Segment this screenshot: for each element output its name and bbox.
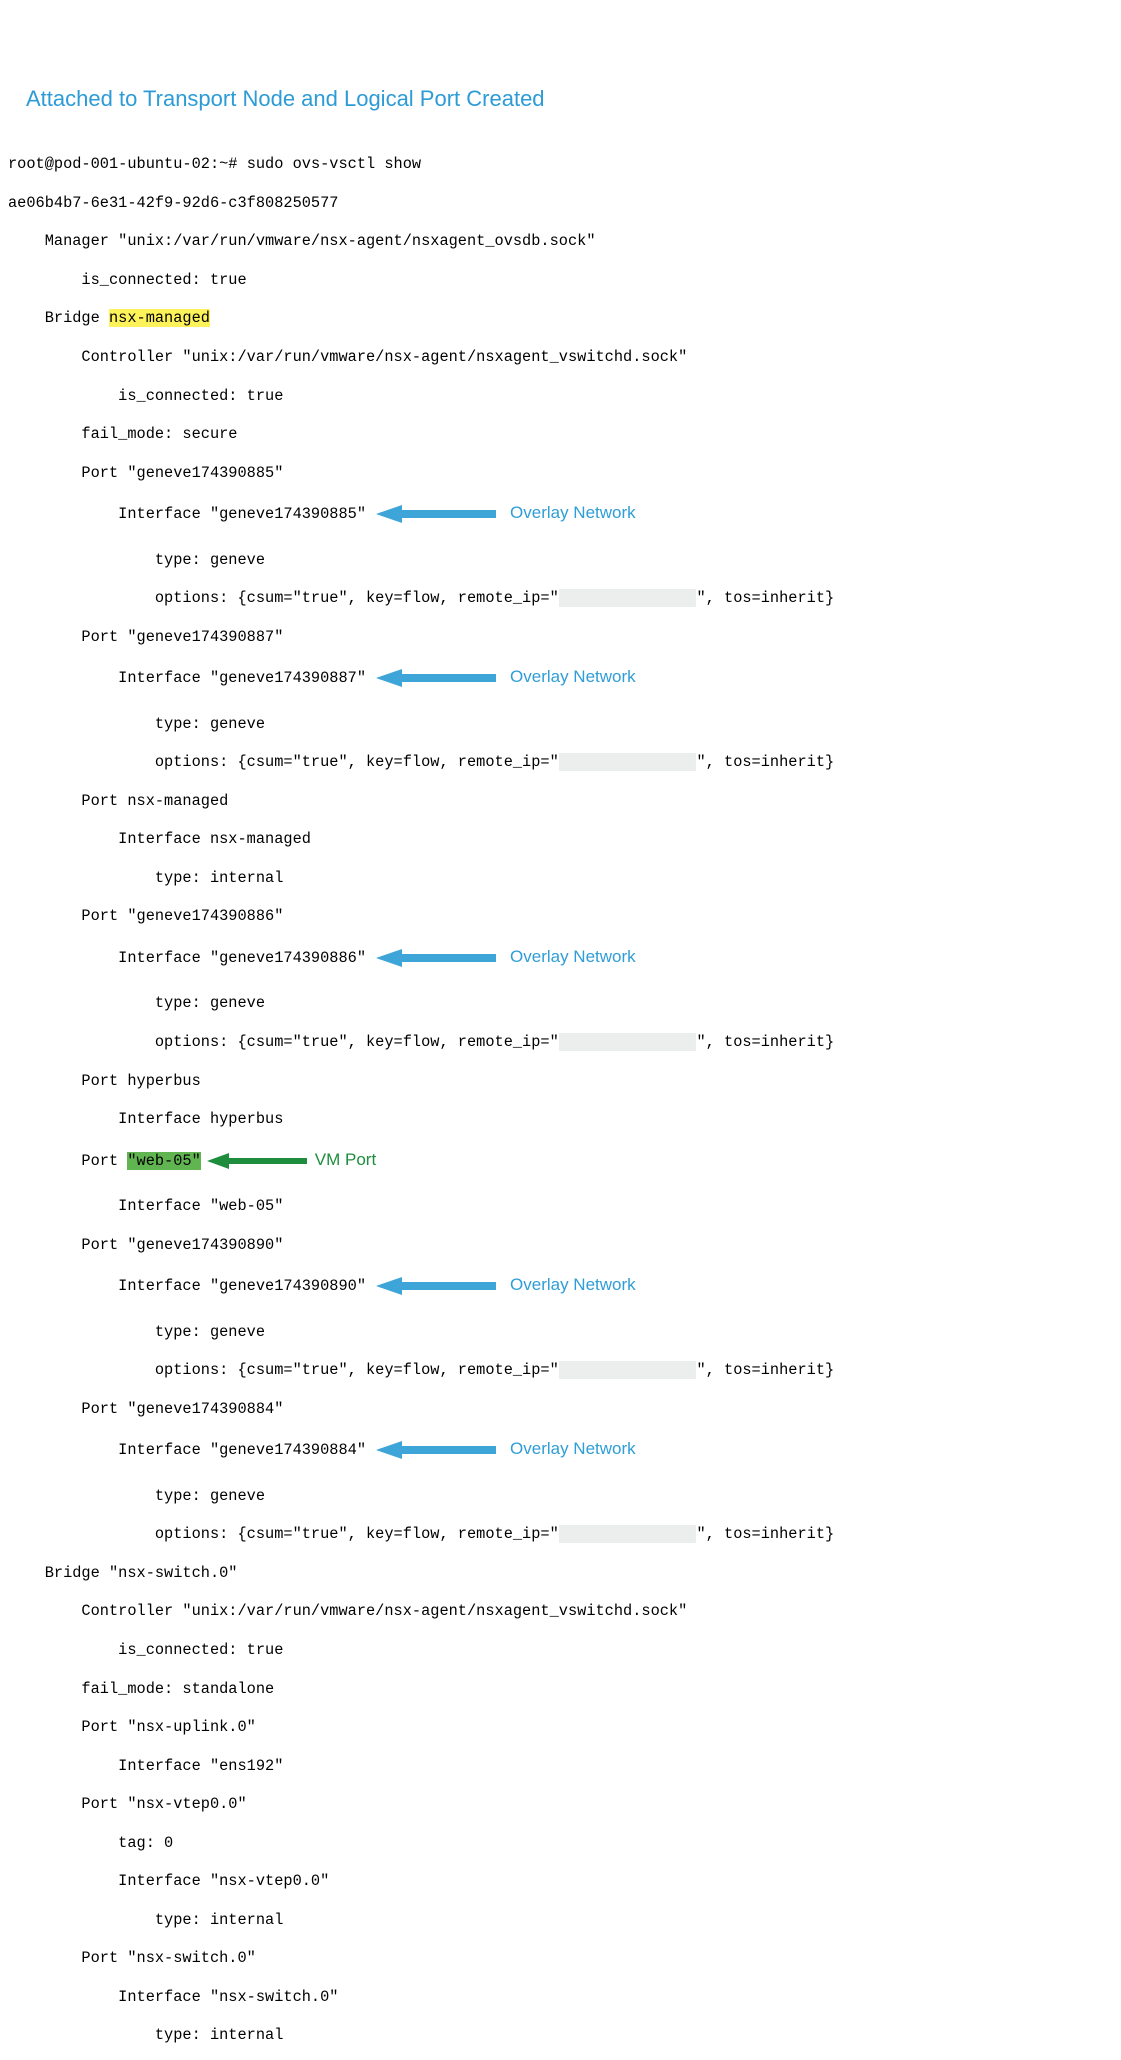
terminal-line: Port "geneve174390886"	[8, 907, 1121, 926]
command: sudo ovs-vsctl show	[247, 155, 421, 173]
terminal-line: options: {csum="true", key=flow, remote_…	[8, 753, 1121, 772]
arrow-left-icon	[376, 503, 496, 531]
options-text: options: {csum="true", key=flow, remote_…	[8, 589, 559, 607]
port-label: Port	[8, 1152, 127, 1170]
interface-label: Interface "geneve174390886"	[8, 949, 366, 967]
terminal-line: Interface nsx-managed	[8, 830, 1121, 849]
terminal-line: type: geneve	[8, 551, 1121, 570]
terminal-line: Port hyperbus	[8, 1072, 1121, 1091]
terminal-line: Port "geneve174390884"	[8, 1400, 1121, 1419]
redacted-ip	[559, 1361, 697, 1379]
interface-label: Interface "geneve174390884"	[8, 1441, 366, 1459]
terminal-line: type: geneve	[8, 1487, 1121, 1506]
terminal-line: Interface "geneve174390885" Overlay Netwo…	[8, 502, 1121, 531]
options-text: options: {csum="true", key=flow, remote_…	[8, 1033, 559, 1051]
terminal-line: Port nsx-managed	[8, 792, 1121, 811]
arrow-left-icon	[376, 1439, 496, 1467]
options-text: ", tos=inherit}	[696, 1033, 834, 1051]
options-text: ", tos=inherit}	[696, 1361, 834, 1379]
terminal-line: ae06b4b7-6e31-42f9-92d6-c3f808250577	[8, 194, 1121, 213]
terminal-line: root@pod-001-ubuntu-02:~# sudo ovs-vsctl…	[8, 155, 1121, 174]
interface-label: Interface "geneve174390887"	[8, 669, 366, 687]
redacted-ip	[559, 1525, 697, 1543]
terminal-line: tag: 0	[8, 1834, 1121, 1853]
terminal-line: Interface "geneve174390884" Overlay Netwo…	[8, 1438, 1121, 1467]
terminal-line: Interface "geneve174390887" Overlay Netwo…	[8, 666, 1121, 695]
terminal-line: Bridge "nsx-switch.0"	[8, 1564, 1121, 1583]
arrow-left-icon	[376, 667, 496, 695]
annotation-overlay: Overlay Network	[510, 1439, 636, 1458]
annotation-vmport: VM Port	[315, 1150, 376, 1169]
annotation-overlay: Overlay Network	[510, 1275, 636, 1294]
terminal-line: Interface hyperbus	[8, 1110, 1121, 1129]
terminal-line: fail_mode: secure	[8, 425, 1121, 444]
options-text: options: {csum="true", key=flow, remote_…	[8, 1525, 559, 1543]
terminal-line: Interface "geneve174390886" Overlay Netwo…	[8, 946, 1121, 975]
terminal-line: Port "web-05" VM Port	[8, 1149, 1121, 1178]
redacted-ip	[559, 589, 697, 607]
terminal-line: options: {csum="true", key=flow, remote_…	[8, 1361, 1121, 1380]
terminal-line: Controller "unix:/var/run/vmware/nsx-age…	[8, 348, 1121, 367]
annotation-overlay: Overlay Network	[510, 503, 636, 522]
terminal-line: type: internal	[8, 869, 1121, 888]
terminal-line: type: geneve	[8, 715, 1121, 734]
terminal-line: type: internal	[8, 2026, 1121, 2045]
terminal-line: Bridge nsx-managed	[8, 309, 1121, 328]
terminal-line: fail_mode: standalone	[8, 1680, 1121, 1699]
page-title: Attached to Transport Node and Logical P…	[26, 85, 1121, 113]
terminal-line: type: geneve	[8, 1323, 1121, 1342]
annotation-overlay: Overlay Network	[510, 667, 636, 686]
arrow-left-icon	[376, 947, 496, 975]
terminal-line: Interface "web-05"	[8, 1197, 1121, 1216]
options-text: ", tos=inherit}	[696, 1525, 834, 1543]
arrow-left-icon	[376, 1275, 496, 1303]
terminal-line: Port "nsx-vtep0.0"	[8, 1795, 1121, 1814]
terminal-line: Interface "ens192"	[8, 1757, 1121, 1776]
terminal-line: is_connected: true	[8, 1641, 1121, 1660]
terminal-line: type: internal	[8, 1911, 1121, 1930]
terminal-line: options: {csum="true", key=flow, remote_…	[8, 1033, 1121, 1052]
bridge-label: Bridge	[8, 309, 109, 327]
terminal-line: Port "geneve174390885"	[8, 464, 1121, 483]
terminal-line: Interface "nsx-switch.0"	[8, 1988, 1121, 2007]
terminal-line: Port "geneve174390887"	[8, 628, 1121, 647]
terminal-line: Controller "unix:/var/run/vmware/nsx-age…	[8, 1602, 1121, 1621]
arrow-left-icon	[207, 1150, 307, 1178]
options-text: ", tos=inherit}	[696, 753, 834, 771]
redacted-ip	[559, 753, 697, 771]
terminal-line: Port "nsx-uplink.0"	[8, 1718, 1121, 1737]
prompt: root@pod-001-ubuntu-02:~#	[8, 155, 238, 173]
terminal-line: is_connected: true	[8, 387, 1121, 406]
terminal-line: Port "nsx-switch.0"	[8, 1949, 1121, 1968]
terminal-line: Interface "nsx-vtep0.0"	[8, 1872, 1121, 1891]
options-text: options: {csum="true", key=flow, remote_…	[8, 1361, 559, 1379]
terminal-line: Manager "unix:/var/run/vmware/nsx-agent/…	[8, 232, 1121, 251]
annotation-overlay: Overlay Network	[510, 947, 636, 966]
terminal-line: options: {csum="true", key=flow, remote_…	[8, 1525, 1121, 1544]
vm-port-highlight: "web-05"	[127, 1152, 200, 1170]
terminal-line: type: geneve	[8, 994, 1121, 1013]
options-text: ", tos=inherit}	[696, 589, 834, 607]
interface-label: Interface "geneve174390890"	[8, 1277, 366, 1295]
redacted-ip	[559, 1033, 697, 1051]
terminal-line: options: {csum="true", key=flow, remote_…	[8, 589, 1121, 608]
terminal-line: Interface "geneve174390890" Overlay Netwo…	[8, 1274, 1121, 1303]
terminal-line: Port "geneve174390890"	[8, 1236, 1121, 1255]
terminal-line: is_connected: true	[8, 271, 1121, 290]
interface-label: Interface "geneve174390885"	[8, 505, 366, 523]
options-text: options: {csum="true", key=flow, remote_…	[8, 753, 559, 771]
bridge-name-highlight: nsx-managed	[109, 309, 210, 327]
